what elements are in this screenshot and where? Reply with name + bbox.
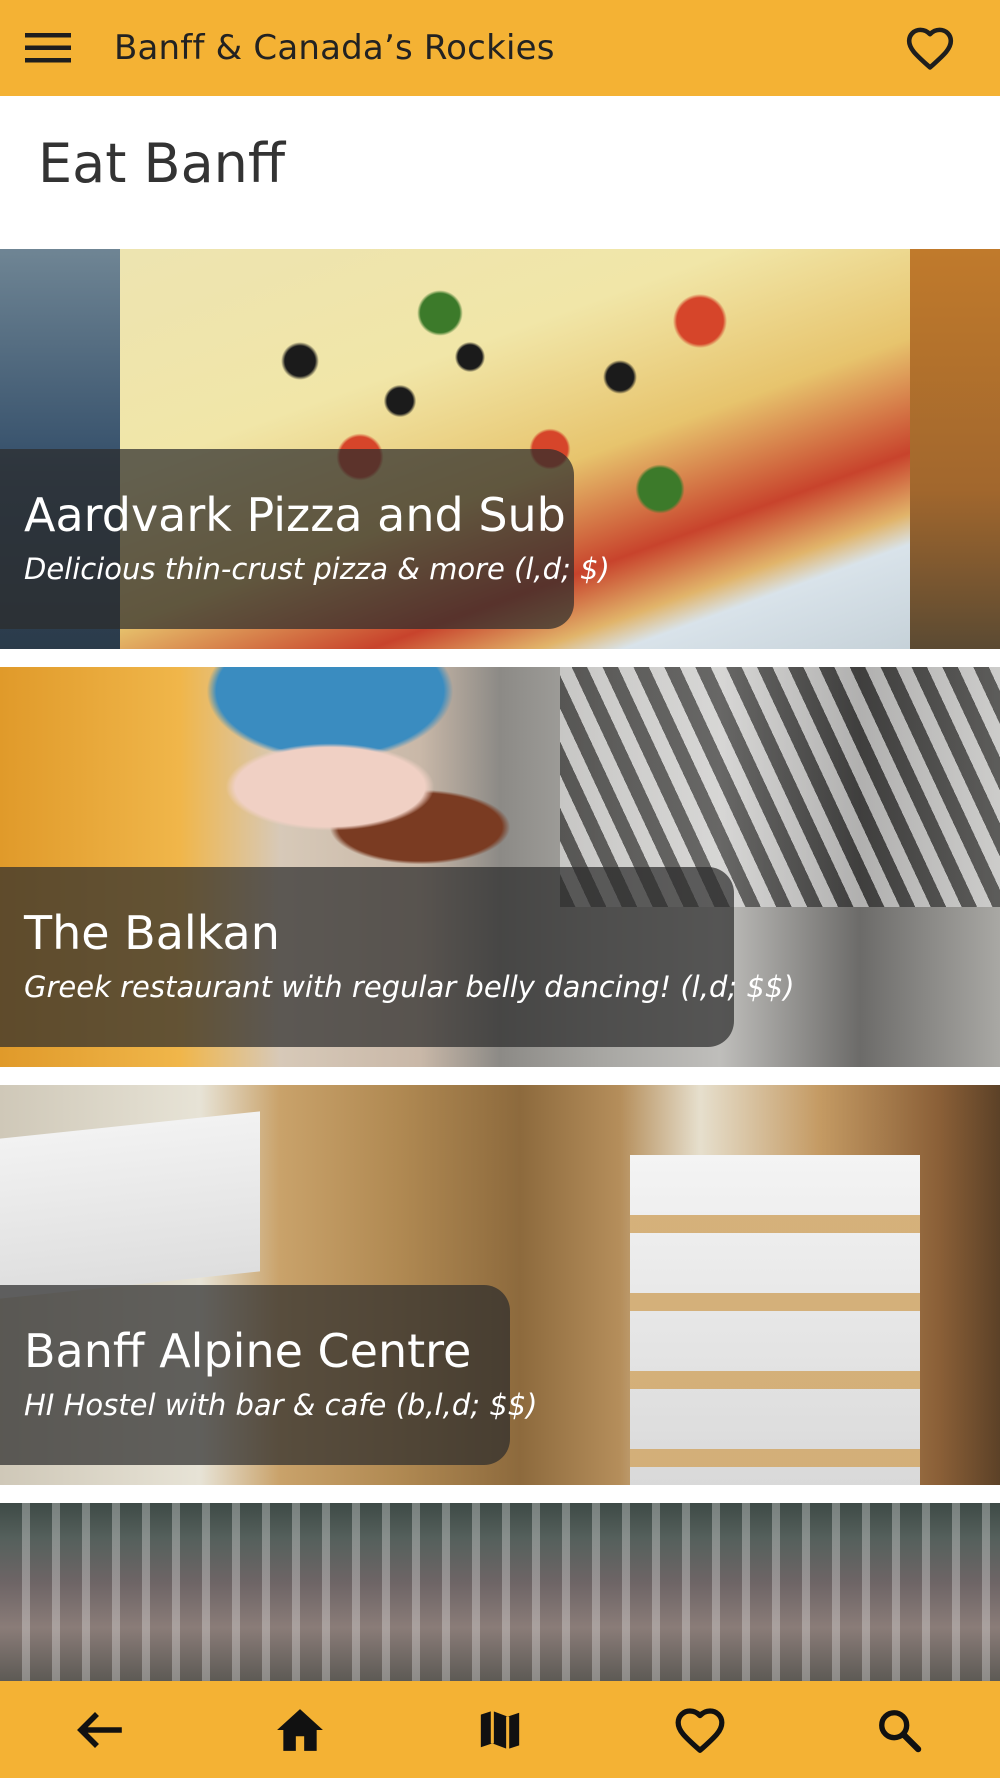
back-arrow-icon	[77, 1712, 122, 1748]
menu-button[interactable]	[18, 18, 78, 78]
card-caption: Aardvark Pizza and Sub Delicious thin-cr…	[0, 449, 610, 629]
card-caption: Banff Alpine Centre HI Hostel with bar &…	[0, 1285, 538, 1465]
card-title: The Balkan	[24, 906, 280, 960]
hamburger-menu-icon	[25, 33, 71, 63]
restaurant-card-balkan[interactable]: The Balkan Greek restaurant with regular…	[0, 667, 1000, 1067]
page-title: Eat Banff	[38, 132, 286, 195]
app-title: Banff & Canada’s Rockies	[114, 28, 555, 68]
nav-home-button[interactable]	[267, 1697, 333, 1763]
restaurant-card-alpine-centre[interactable]: Banff Alpine Centre HI Hostel with bar &…	[0, 1085, 1000, 1485]
heart-outline-icon	[906, 27, 954, 70]
favorites-button[interactable]	[898, 16, 962, 80]
restaurant-card-aardvark[interactable]: Aardvark Pizza and Sub Delicious thin-cr…	[0, 249, 1000, 649]
home-icon	[277, 1709, 323, 1751]
card-caption: The Balkan Greek restaurant with regular…	[0, 867, 795, 1047]
card-photo-hotel	[0, 1503, 1000, 1681]
restaurant-card-partial[interactable]	[0, 1503, 1000, 1681]
nav-favorites-button[interactable]	[667, 1697, 733, 1763]
nav-map-button[interactable]	[467, 1697, 533, 1763]
card-description: HI Hostel with bar & cafe (b,l,d; $$)	[24, 1388, 538, 1422]
map-icon	[480, 1710, 520, 1750]
favorites-heart-icon	[675, 1708, 725, 1753]
app-screen: Banff & Canada’s Rockies Eat Banff Aardv…	[0, 0, 1000, 1778]
card-description: Greek restaurant with regular belly danc…	[24, 970, 795, 1004]
top-app-bar: Banff & Canada’s Rockies	[0, 0, 1000, 96]
bottom-navigation	[0, 1681, 1000, 1778]
nav-back-button[interactable]	[66, 1697, 132, 1763]
card-title: Aardvark Pizza and Sub	[24, 488, 566, 542]
card-description: Delicious thin-crust pizza & more (l,d; …	[24, 552, 610, 586]
card-title: Banff Alpine Centre	[24, 1324, 472, 1378]
nav-search-button[interactable]	[866, 1697, 932, 1763]
search-icon	[879, 1710, 922, 1753]
